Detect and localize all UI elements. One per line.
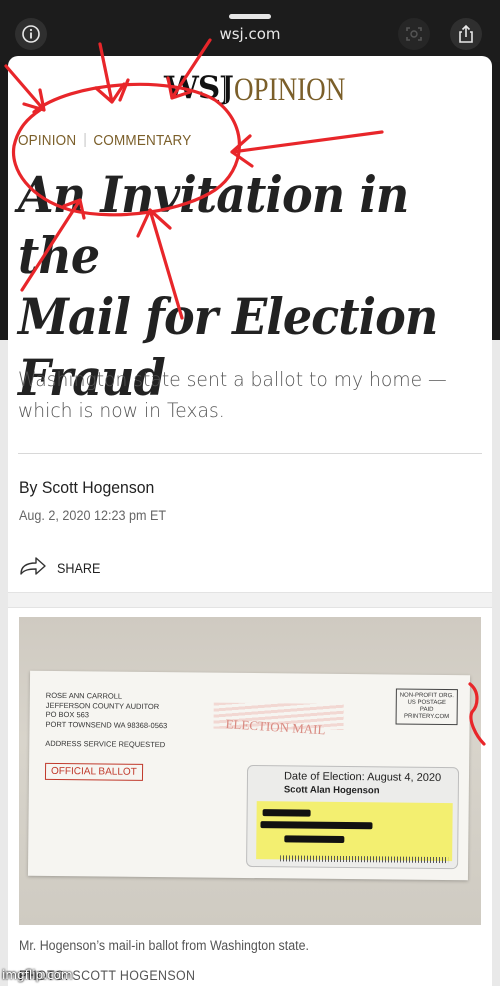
postage-indicia: NON-PROFIT ORG. US POSTAGE PAID PRINTERY… bbox=[395, 688, 458, 726]
masthead[interactable]: WSJ OPINION bbox=[8, 64, 492, 108]
kicker-type: COMMENTARY bbox=[93, 132, 192, 149]
scan-icon bbox=[406, 27, 422, 41]
section-band bbox=[8, 592, 492, 608]
kicker-section[interactable]: OPINION bbox=[18, 132, 76, 149]
official-ballot-stamp: OFFICIAL BALLOT bbox=[44, 762, 143, 781]
sheet-grabber[interactable] bbox=[229, 14, 271, 19]
share-icon bbox=[459, 24, 473, 43]
date-of-election: Date of Election: August 4, 2020 bbox=[283, 770, 442, 785]
redaction bbox=[262, 809, 311, 817]
return-address: ROSE ANN CARROLL JEFFERSON COUNTY AUDITO… bbox=[45, 690, 168, 730]
background-strip-right bbox=[492, 62, 500, 986]
share-label: SHARE bbox=[57, 560, 101, 576]
browser-top-bar: wsj.com bbox=[0, 0, 500, 62]
article-page: WSJ OPINION OPINION COMMENTARY An Invitat… bbox=[8, 56, 492, 986]
article-kicker: OPINION COMMENTARY bbox=[18, 132, 191, 149]
ballot-photo[interactable]: ROSE ANN CARROLL JEFFERSON COUNTY AUDITO… bbox=[19, 617, 481, 925]
share-arrow-icon bbox=[20, 557, 46, 575]
address-service-text: ADDRESS SERVICE REQUESTED bbox=[45, 738, 166, 750]
address-label bbox=[256, 801, 453, 862]
article-dek: Washington state sent a ballot to my hom… bbox=[18, 368, 447, 422]
byline: By Scott Hogenson bbox=[19, 478, 154, 498]
redaction bbox=[260, 821, 373, 830]
imgflip-watermark: imgflip.com bbox=[2, 968, 73, 982]
background-strip-left bbox=[0, 62, 8, 986]
photo-caption: Mr. Hogenson’s mail-in ballot from Washi… bbox=[19, 938, 309, 953]
publish-date: Aug. 2, 2020 12:23 pm ET bbox=[19, 507, 167, 523]
masthead-divider bbox=[225, 75, 226, 103]
byline-prefix: By bbox=[19, 478, 42, 497]
opinion-section-logo[interactable]: OPINION bbox=[234, 72, 345, 109]
wsj-logo[interactable]: WSJ bbox=[164, 70, 234, 106]
scan-button[interactable] bbox=[398, 18, 430, 50]
share-sheet-button[interactable] bbox=[450, 18, 482, 50]
ballot-envelope: ROSE ANN CARROLL JEFFERSON COUNTY AUDITO… bbox=[27, 670, 471, 881]
kicker-divider bbox=[84, 133, 86, 147]
redaction bbox=[284, 835, 345, 844]
divider bbox=[18, 453, 482, 454]
author-link[interactable]: Scott Hogenson bbox=[42, 478, 155, 497]
voter-name: Scott Alan Hogenson bbox=[283, 784, 380, 797]
